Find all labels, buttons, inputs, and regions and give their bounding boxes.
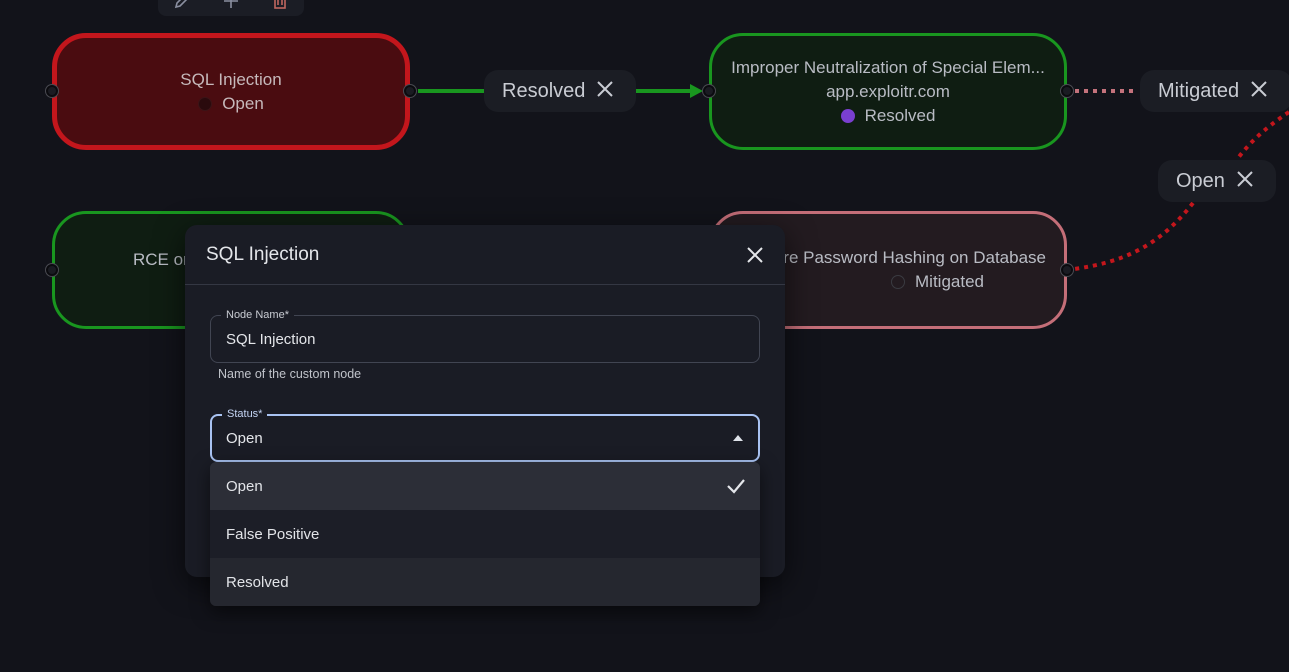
node-status: Open [198,94,264,114]
option-label: Open [226,477,263,495]
node-handle-left[interactable] [46,264,58,276]
edge-label-mitigated: Mitigated [1140,70,1289,112]
edge-label-open: Open [1158,160,1276,202]
node-toolbar [158,0,304,16]
option-label: False Positive [226,525,320,543]
status-dot-icon [198,96,213,111]
status-option-open[interactable]: Open [210,462,760,510]
node-status: Mitigated [891,272,984,292]
close-icon[interactable] [743,243,767,267]
edge-label-text: Open [1176,169,1225,192]
node-status-label: Mitigated [915,272,984,291]
node-sql-injection[interactable]: SQL Injection Open [52,33,410,150]
status-option-false-positive[interactable]: False Positive [210,510,760,558]
node-title: re Password Hashing on Database [783,248,1046,267]
node-handle-right[interactable] [404,85,416,97]
status-option-resolved[interactable]: Resolved [210,558,760,606]
status-dropdown-menu: Open False Positive Resolved [210,462,760,606]
node-handle-right[interactable] [1061,85,1073,97]
status-value: Open [226,429,263,447]
node-name-value: SQL Injection [226,330,316,348]
edge-label-resolved: Resolved [484,70,636,112]
dialog-title: SQL Injection [206,243,320,265]
node-title: RCE on [133,250,193,269]
node-handle-right[interactable] [1061,264,1073,276]
edge-arrowhead [690,84,703,98]
status-label: Status* [222,407,268,421]
dialog-header: SQL Injection [185,225,785,285]
close-icon[interactable] [1251,80,1267,103]
node-host: app.exploitr.com [826,81,950,101]
edit-icon[interactable] [172,0,192,11]
delete-icon[interactable] [270,0,290,11]
close-icon[interactable] [597,80,614,103]
node-name-label: Node Name* [221,308,294,322]
status-dot-icon [891,275,906,289]
node-title: Improper Neutralization of Special Elem.… [731,57,1045,77]
close-icon[interactable] [1237,170,1253,193]
node-handle-left[interactable] [703,85,715,97]
check-icon [726,476,746,500]
status-dot-icon [840,108,855,123]
node-status-label: Open [222,93,264,113]
node-name-field[interactable]: Node Name* SQL Injection [210,308,760,363]
caret-up-icon [733,435,743,441]
node-status: Resolved [840,105,936,126]
node-handle-left[interactable] [46,85,58,97]
edge-label-text: Resolved [502,79,586,102]
node-name-helper: Name of the custom node [218,367,362,381]
node-status-label: Resolved [864,105,936,125]
edge-label-text: Mitigated [1158,79,1240,102]
option-label: Resolved [226,573,289,591]
node-title: SQL Injection [180,69,282,89]
node-improper-neutralization[interactable]: Improper Neutralization of Special Elem.… [709,33,1067,150]
add-icon[interactable] [221,0,241,11]
status-select[interactable]: Status* Open [210,407,760,462]
